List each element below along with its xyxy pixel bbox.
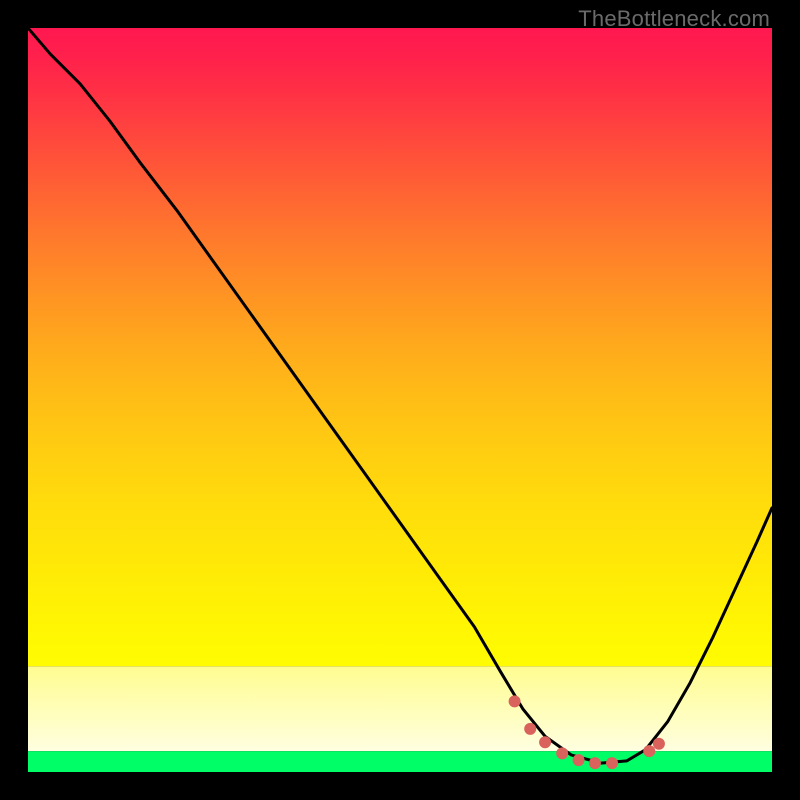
chart-frame: TheBottleneck.com xyxy=(0,0,800,800)
gradient-background xyxy=(28,28,772,772)
watermark-text: TheBottleneck.com xyxy=(578,6,770,32)
plot-area xyxy=(28,28,772,772)
